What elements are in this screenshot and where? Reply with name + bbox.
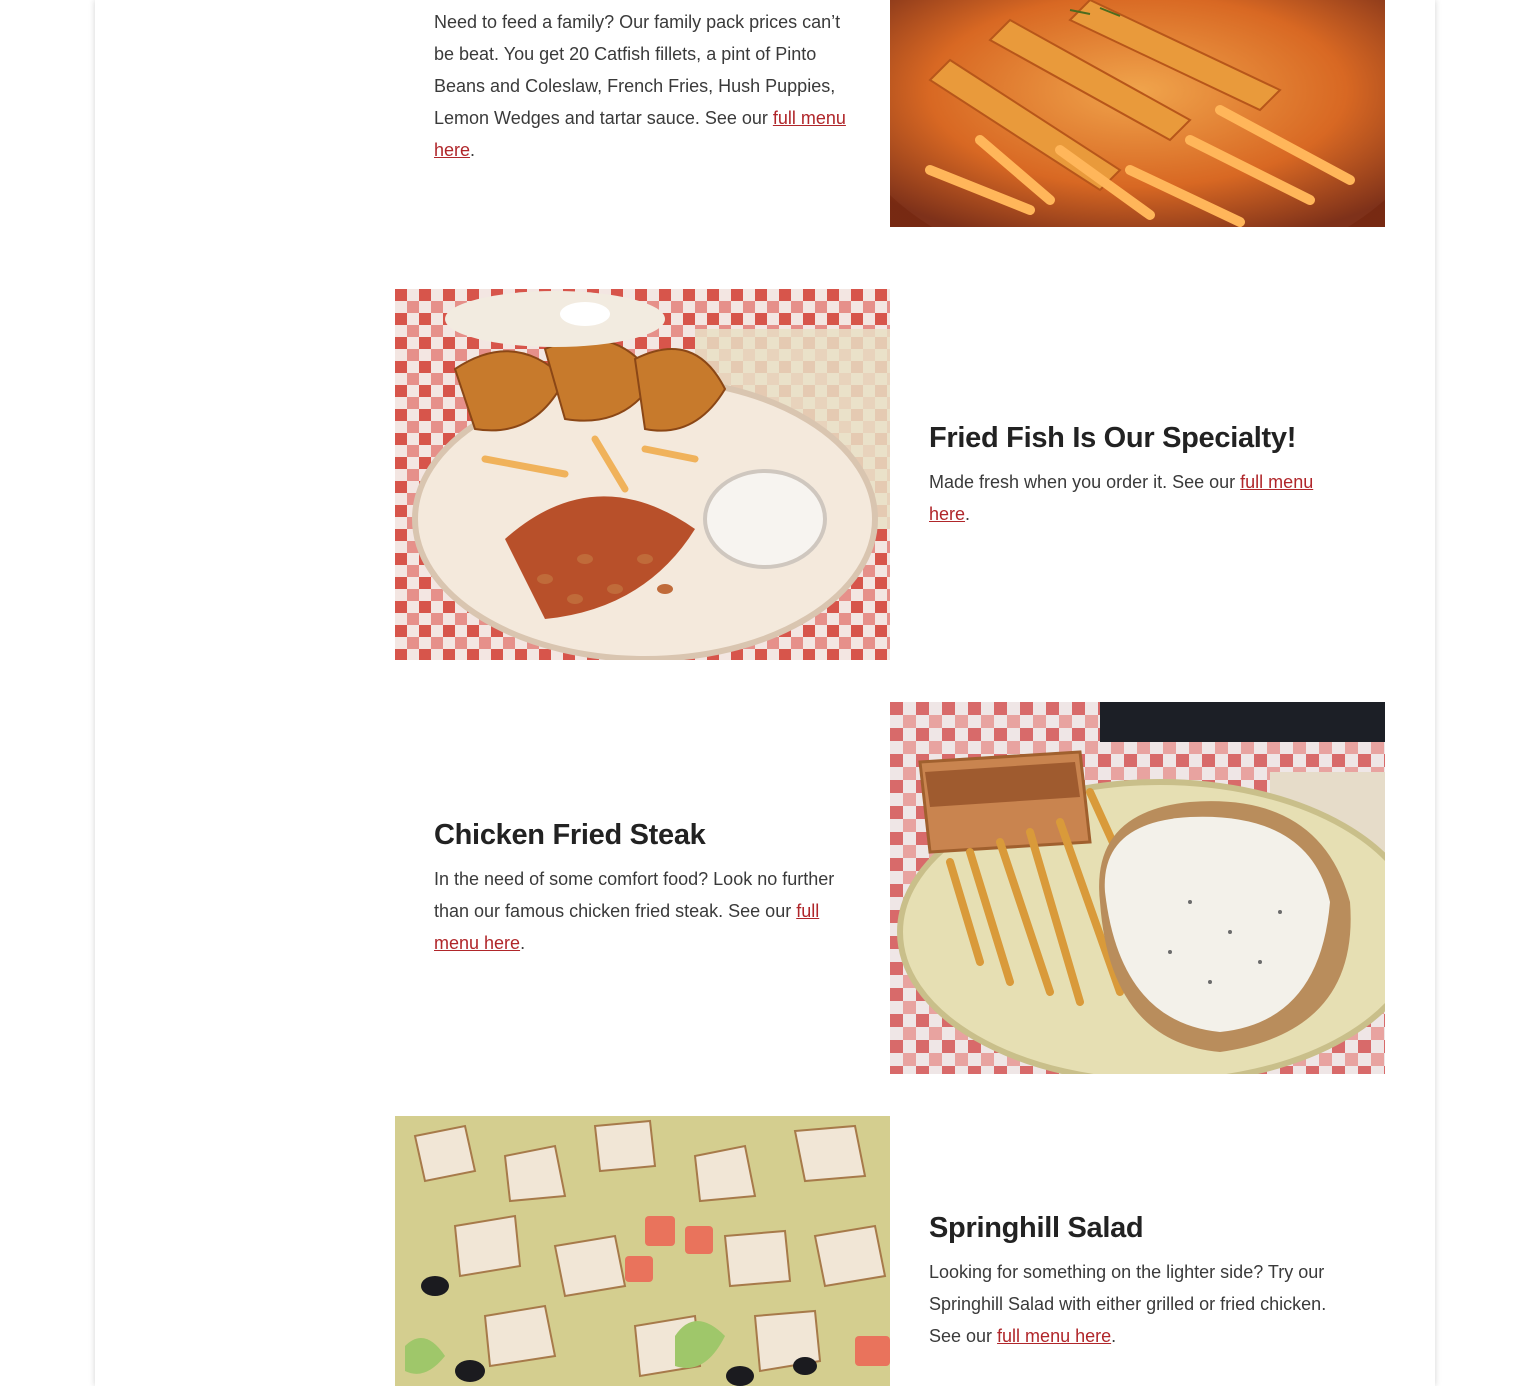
springhill-salad-full-menu-link[interactable]: full menu here xyxy=(997,1326,1111,1346)
chicken-fried-steak-text: In the need of some comfort food? Look n… xyxy=(434,869,835,921)
fried-fish-description: Made fresh when you order it. See our fu… xyxy=(929,466,1349,530)
family-pack-period: . xyxy=(470,140,476,160)
springhill-salad-text: Looking for something on the lighter sid… xyxy=(929,1262,1327,1346)
springhill-salad-photo xyxy=(395,1116,890,1386)
chicken-fried-steak-photo xyxy=(890,702,1385,1074)
fried-fish-heading: Fried Fish Is Our Specialty! xyxy=(929,422,1297,454)
springhill-salad-heading: Springhill Salad xyxy=(929,1212,1144,1244)
chicken-fried-steak-description: In the need of some comfort food? Look n… xyxy=(434,863,854,959)
springhill-salad-period: . xyxy=(1111,1326,1117,1346)
fried-fish-period: . xyxy=(965,504,971,524)
fried-fish-plate-photo xyxy=(395,289,890,660)
springhill-salad-description: Looking for something on the lighter sid… xyxy=(929,1256,1349,1352)
chicken-fried-steak-heading: Chicken Fried Steak xyxy=(434,819,706,851)
catfish-fries-photo xyxy=(890,0,1385,227)
chicken-fried-steak-period: . xyxy=(520,933,526,953)
page-content: Need to feed a family? Our family pack p… xyxy=(95,0,1435,1386)
fried-fish-text: Made fresh when you order it. See our xyxy=(929,472,1241,492)
family-pack-description: Need to feed a family? Our family pack p… xyxy=(434,6,854,166)
